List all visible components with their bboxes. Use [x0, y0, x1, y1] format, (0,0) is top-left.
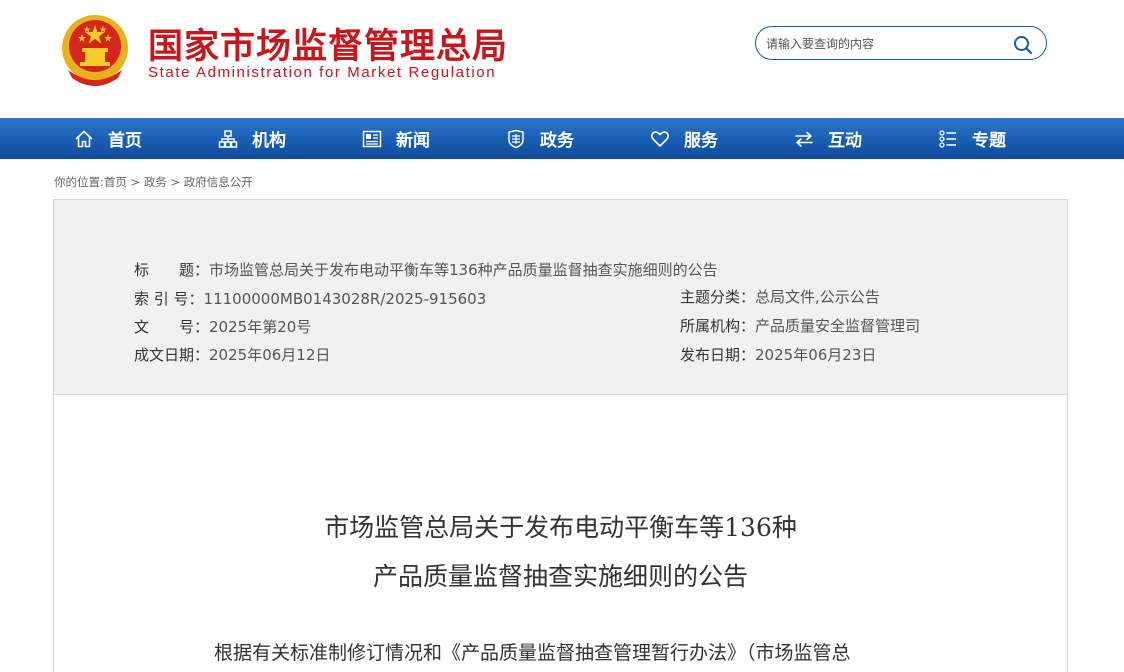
nav-item-topics[interactable]: 专题 [938, 118, 1006, 159]
meta-index-row: 索 引 号：11100000MB0143028R/2025-915603 [134, 288, 486, 309]
national-emblem-icon[interactable] [58, 12, 132, 88]
nav-label: 机构 [252, 131, 286, 151]
meta-category-row: 主题分类：总局文件,公示公告 [680, 286, 880, 307]
breadcrumb: 你的位置:首页 > 政务 > 政府信息公开 [54, 174, 253, 190]
content-frame: 标 题：市场监管总局关于发布电动平衡车等136种产品质量监督抽查实施细则的公告 … [53, 199, 1068, 672]
meta-created-value: 2025年06月12日 [209, 346, 331, 364]
site-header: 国家市场监督管理总局 State Administration for Mark… [0, 0, 1124, 118]
nav-label: 新闻 [396, 131, 430, 151]
breadcrumb-home[interactable]: 首页 [104, 175, 127, 189]
nav-label: 首页 [108, 131, 142, 151]
search-box [755, 26, 1047, 60]
meta-title-row: 标 题：市场监管总局关于发布电动平衡车等136种产品质量监督抽查实施细则的公告 [134, 259, 718, 280]
meta-title-label: 标 题： [134, 261, 210, 279]
main-nav: 首页 机构 新闻 政务 服务 互动 专题 [0, 118, 1124, 159]
meta-title-value: 市场监管总局关于发布电动平衡车等136种产品质量监督抽查实施细则的公告 [209, 261, 718, 279]
meta-doc-number-row: 文 号：2025年第20号 [134, 316, 311, 337]
document-metadata: 标 题：市场监管总局关于发布电动平衡车等136种产品质量监督抽查实施细则的公告 … [54, 200, 1067, 395]
newspaper-icon [362, 130, 382, 147]
meta-org-row: 所属机构：产品质量安全监督管理司 [680, 315, 920, 336]
org-chart-icon [218, 129, 238, 148]
home-icon [75, 130, 93, 147]
meta-doc-number-label: 文 号： [134, 318, 210, 336]
breadcrumb-info-disclosure[interactable]: 政府信息公开 [184, 175, 253, 189]
nav-item-government-affairs[interactable]: 政务 [506, 118, 574, 159]
nav-item-services[interactable]: 服务 [650, 118, 718, 159]
nav-item-organization[interactable]: 机构 [218, 118, 286, 159]
meta-index-label: 索 引 号： [134, 290, 204, 308]
site-subtitle: State Administration for Market Regulati… [148, 64, 497, 81]
meta-created-label: 成文日期： [134, 346, 210, 364]
nav-item-interaction[interactable]: 互动 [794, 118, 862, 159]
nav-item-home[interactable]: 首页 [74, 118, 142, 159]
meta-index-value: 11100000MB0143028R/2025-915603 [203, 290, 487, 308]
meta-org-value: 产品质量安全监督管理司 [755, 317, 921, 335]
nav-item-news[interactable]: 新闻 [362, 118, 430, 159]
breadcrumb-separator: > [130, 175, 141, 189]
meta-published-value: 2025年06月23日 [755, 346, 877, 364]
meta-published-row: 发布日期：2025年06月23日 [680, 344, 876, 365]
topics-list-icon [939, 129, 956, 148]
breadcrumb-prefix: 你的位置: [54, 175, 104, 189]
nav-label: 互动 [828, 131, 862, 151]
government-icon [508, 129, 524, 148]
meta-category-value: 总局文件,公示公告 [755, 288, 880, 306]
heart-icon [650, 130, 670, 147]
article-title-line-2: 产品质量监督抽查实施细则的公告 [372, 562, 748, 591]
meta-org-label: 所属机构： [680, 317, 756, 335]
meta-created-row: 成文日期：2025年06月12日 [134, 344, 330, 365]
breadcrumb-government-affairs[interactable]: 政务 [144, 175, 167, 189]
search-input[interactable] [766, 33, 1006, 55]
meta-published-label: 发布日期： [680, 346, 756, 364]
nav-label: 专题 [972, 131, 1006, 151]
nav-label: 政务 [540, 131, 574, 151]
nav-label: 服务 [684, 131, 718, 151]
meta-doc-number-value: 2025年第20号 [209, 318, 312, 336]
meta-category-label: 主题分类： [680, 288, 756, 306]
breadcrumb-separator: > [170, 175, 181, 189]
exchange-arrows-icon [795, 131, 813, 147]
article-title-line-1: 市场监管总局关于发布电动平衡车等136种 [324, 513, 797, 542]
site-title[interactable]: 国家市场监督管理总局 [148, 18, 508, 69]
search-icon[interactable] [1013, 35, 1033, 55]
article-body-paragraph: 根据有关标准制修订情况和《产品质量监督抽查管理暂行办法》（市场监管总 [214, 642, 851, 664]
